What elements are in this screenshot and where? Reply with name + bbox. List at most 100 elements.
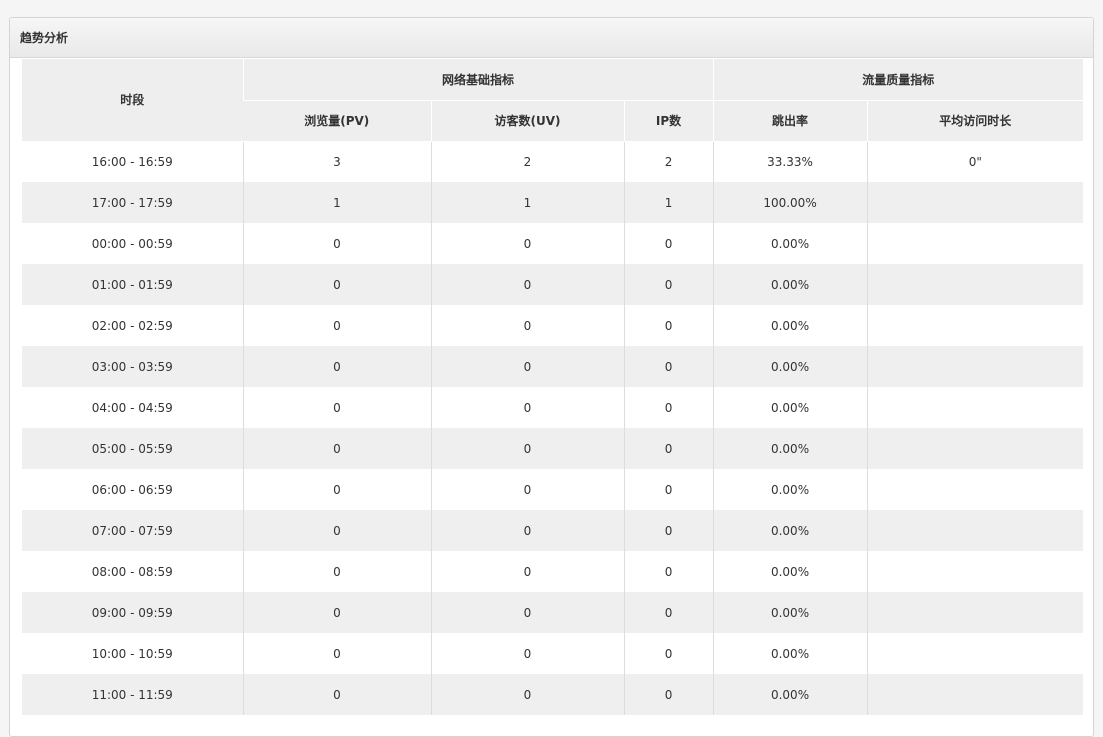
cell-bounce-rate: 0.00% — [712, 305, 868, 346]
cell-avg-duration — [866, 428, 1084, 469]
table-row: 17:00 - 17:59 1 1 1 100.00% — [22, 182, 1084, 223]
cell-avg-duration — [866, 469, 1084, 510]
cell-bounce-rate: 0.00% — [712, 469, 868, 510]
cell-pv: 0 — [242, 264, 431, 305]
header-bounce-rate: 跳出率 — [712, 100, 868, 142]
trend-table: 时段 网络基础指标 流量质量指标 浏览量(PV) 访客数(UV) IP数 跳出率… — [22, 59, 1084, 715]
table-row: 16:00 - 16:59 3 2 2 33.33% 0" — [22, 141, 1084, 182]
cell-pv: 0 — [242, 510, 431, 551]
cell-avg-duration — [866, 223, 1084, 264]
cell-period: 04:00 - 04:59 — [22, 387, 243, 428]
cell-ip: 0 — [623, 633, 714, 674]
table-row: 00:00 - 00:59 0 0 0 0.00% — [22, 223, 1084, 264]
panel-header: 趋势分析 — [10, 18, 1093, 58]
cell-ip: 0 — [623, 592, 714, 633]
cell-pv: 0 — [242, 428, 431, 469]
cell-uv: 0 — [430, 469, 624, 510]
cell-uv: 0 — [430, 674, 624, 715]
cell-avg-duration — [866, 674, 1084, 715]
header-network-metrics: 网络基础指标 — [242, 59, 714, 101]
trend-analysis-panel: 趋势分析 时段 网络基础指标 流量质量指标 浏览量(PV) 访客数(UV) IP… — [9, 17, 1094, 737]
cell-ip: 2 — [623, 141, 714, 182]
table-row: 09:00 - 09:59 0 0 0 0.00% — [22, 592, 1084, 633]
cell-pv: 3 — [242, 141, 431, 182]
header-avg-duration: 平均访问时长 — [866, 100, 1084, 142]
cell-uv: 0 — [430, 305, 624, 346]
cell-period: 02:00 - 02:59 — [22, 305, 243, 346]
table-row: 04:00 - 04:59 0 0 0 0.00% — [22, 387, 1084, 428]
cell-ip: 0 — [623, 305, 714, 346]
cell-period: 10:00 - 10:59 — [22, 633, 243, 674]
cell-avg-duration — [866, 346, 1084, 387]
cell-pv: 0 — [242, 387, 431, 428]
panel-title: 趋势分析 — [20, 31, 69, 45]
cell-avg-duration — [866, 592, 1084, 633]
cell-period: 03:00 - 03:59 — [22, 346, 243, 387]
cell-avg-duration — [866, 551, 1084, 592]
cell-period: 00:00 - 00:59 — [22, 223, 243, 264]
cell-ip: 1 — [623, 182, 714, 223]
cell-period: 06:00 - 06:59 — [22, 469, 243, 510]
cell-avg-duration — [866, 305, 1084, 346]
cell-ip: 0 — [623, 223, 714, 264]
cell-ip: 0 — [623, 428, 714, 469]
table-row: 07:00 - 07:59 0 0 0 0.00% — [22, 510, 1084, 551]
cell-pv: 0 — [242, 592, 431, 633]
table-row: 08:00 - 08:59 0 0 0 0.00% — [22, 551, 1084, 592]
cell-uv: 0 — [430, 551, 624, 592]
table-row: 10:00 - 10:59 0 0 0 0.00% — [22, 633, 1084, 674]
cell-period: 11:00 - 11:59 — [22, 674, 243, 715]
cell-ip: 0 — [623, 387, 714, 428]
header-quality-metrics: 流量质量指标 — [712, 59, 1084, 101]
table-row: 02:00 - 02:59 0 0 0 0.00% — [22, 305, 1084, 346]
cell-pv: 0 — [242, 223, 431, 264]
cell-avg-duration — [866, 510, 1084, 551]
cell-ip: 0 — [623, 264, 714, 305]
table-row: 11:00 - 11:59 0 0 0 0.00% — [22, 674, 1084, 715]
cell-avg-duration — [866, 633, 1084, 674]
cell-uv: 2 — [430, 141, 624, 182]
cell-avg-duration — [866, 264, 1084, 305]
cell-uv: 1 — [430, 182, 624, 223]
cell-uv: 0 — [430, 428, 624, 469]
cell-ip: 0 — [623, 674, 714, 715]
table-row: 03:00 - 03:59 0 0 0 0.00% — [22, 346, 1084, 387]
cell-period: 08:00 - 08:59 — [22, 551, 243, 592]
cell-bounce-rate: 100.00% — [712, 182, 868, 223]
cell-uv: 0 — [430, 264, 624, 305]
cell-period: 01:00 - 01:59 — [22, 264, 243, 305]
cell-bounce-rate: 0.00% — [712, 264, 868, 305]
cell-period: 05:00 - 05:59 — [22, 428, 243, 469]
cell-uv: 0 — [430, 223, 624, 264]
table-row: 05:00 - 05:59 0 0 0 0.00% — [22, 428, 1084, 469]
cell-uv: 0 — [430, 510, 624, 551]
cell-bounce-rate: 0.00% — [712, 510, 868, 551]
header-ip: IP数 — [623, 100, 714, 142]
cell-bounce-rate: 0.00% — [712, 551, 868, 592]
cell-period: 09:00 - 09:59 — [22, 592, 243, 633]
cell-avg-duration: 0" — [866, 141, 1084, 182]
cell-pv: 0 — [242, 346, 431, 387]
header-uv: 访客数(UV) — [430, 100, 624, 142]
cell-period: 07:00 - 07:59 — [22, 510, 243, 551]
cell-bounce-rate: 0.00% — [712, 592, 868, 633]
cell-pv: 0 — [242, 305, 431, 346]
cell-uv: 0 — [430, 633, 624, 674]
cell-period: 16:00 - 16:59 — [22, 141, 243, 182]
cell-bounce-rate: 0.00% — [712, 428, 868, 469]
table-row: 06:00 - 06:59 0 0 0 0.00% — [22, 469, 1084, 510]
cell-pv: 0 — [242, 674, 431, 715]
cell-uv: 0 — [430, 387, 624, 428]
cell-bounce-rate: 0.00% — [712, 346, 868, 387]
cell-uv: 0 — [430, 592, 624, 633]
cell-period: 17:00 - 17:59 — [22, 182, 243, 223]
trend-table-body: 16:00 - 16:59 3 2 2 33.33% 0" 17:00 - 17:59 1 1 1… — [22, 141, 1084, 715]
cell-bounce-rate: 0.00% — [712, 633, 868, 674]
cell-pv: 0 — [242, 469, 431, 510]
cell-bounce-rate: 0.00% — [712, 223, 868, 264]
cell-pv: 1 — [242, 182, 431, 223]
cell-ip: 0 — [623, 346, 714, 387]
cell-ip: 0 — [623, 551, 714, 592]
cell-pv: 0 — [242, 551, 431, 592]
cell-bounce-rate: 0.00% — [712, 674, 868, 715]
